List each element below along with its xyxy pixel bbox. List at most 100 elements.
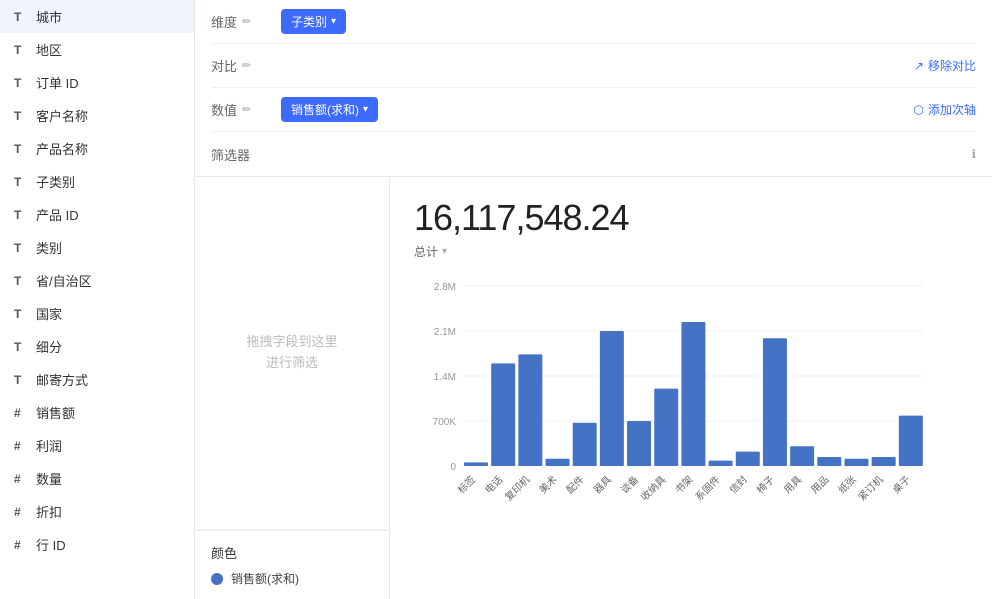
type-icon: # bbox=[14, 406, 28, 420]
filter-panel: 拖拽字段到这里 进行筛选 颜色 销售额(求和) bbox=[195, 177, 390, 599]
sidebar-item-label: 产品 ID bbox=[36, 205, 79, 224]
type-icon: # bbox=[14, 538, 28, 552]
bar-电话[interactable] bbox=[491, 363, 515, 466]
sidebar-item-label: 订单 ID bbox=[36, 73, 79, 92]
chevron-down-icon: ▾ bbox=[331, 16, 336, 27]
type-icon: # bbox=[14, 505, 28, 519]
svg-text:紧订机: 紧订机 bbox=[855, 473, 885, 503]
content-area: 拖拽字段到这里 进行筛选 颜色 销售额(求和) 16,117,548.24 总计… bbox=[195, 177, 992, 599]
bar-复印机[interactable] bbox=[518, 354, 542, 466]
sidebar-item-折扣[interactable]: # 折扣 bbox=[0, 495, 194, 528]
dimension-tag-button[interactable]: 子类别 ▾ bbox=[281, 9, 346, 34]
sidebar-item-订单 ID[interactable]: T 订单 ID bbox=[0, 66, 194, 99]
sidebar-item-邮寄方式[interactable]: T 邮寄方式 bbox=[0, 363, 194, 396]
sidebar-item-省/自治区[interactable]: T 省/自治区 bbox=[0, 264, 194, 297]
sidebar-item-子类别[interactable]: T 子类别 bbox=[0, 165, 194, 198]
compare-edit-icon[interactable]: ✏ bbox=[242, 59, 251, 72]
sidebar-item-产品 ID[interactable]: T 产品 ID bbox=[0, 198, 194, 231]
svg-text:桌子: 桌子 bbox=[890, 473, 913, 496]
sidebar-item-label: 城市 bbox=[36, 7, 62, 26]
type-icon: T bbox=[14, 109, 28, 123]
sidebar-item-细分[interactable]: T 细分 bbox=[0, 330, 194, 363]
sidebar-item-label: 产品名称 bbox=[36, 139, 88, 158]
sidebar-item-label: 省/自治区 bbox=[36, 271, 92, 290]
sidebar-item-城市[interactable]: T 城市 bbox=[0, 0, 194, 33]
svg-text:电话: 电话 bbox=[482, 473, 505, 496]
sidebar: T 城市 T 地区 T 订单 ID T 客户名称 T 产品名称 T 子类别 T … bbox=[0, 0, 195, 599]
trend-icon: ↗ bbox=[914, 59, 924, 73]
bar-美术[interactable] bbox=[546, 459, 570, 466]
value-edit-icon[interactable]: ✏ bbox=[242, 103, 251, 116]
sidebar-item-数量[interactable]: # 数量 bbox=[0, 462, 194, 495]
bar-收纳具[interactable] bbox=[654, 389, 678, 466]
svg-text:用具: 用具 bbox=[782, 474, 805, 497]
color-header: 颜色 bbox=[211, 543, 373, 562]
bar-信封[interactable] bbox=[736, 452, 760, 466]
sidebar-item-利润[interactable]: # 利润 bbox=[0, 429, 194, 462]
remove-compare-button[interactable]: ↗ 移除对比 bbox=[914, 57, 976, 74]
chart-total-value: 16,117,548.24 bbox=[414, 197, 968, 239]
sidebar-item-产品名称[interactable]: T 产品名称 bbox=[0, 132, 194, 165]
bar-谈备[interactable] bbox=[627, 421, 651, 466]
bar-配件[interactable] bbox=[573, 423, 597, 466]
svg-text:标签: 标签 bbox=[455, 473, 478, 496]
sidebar-item-客户名称[interactable]: T 客户名称 bbox=[0, 99, 194, 132]
bar-器具[interactable] bbox=[600, 331, 624, 466]
type-icon: T bbox=[14, 76, 28, 90]
sidebar-item-类别[interactable]: T 类别 bbox=[0, 231, 194, 264]
bar-用具[interactable] bbox=[790, 446, 814, 466]
type-icon: T bbox=[14, 142, 28, 156]
bar-系固件[interactable] bbox=[709, 461, 733, 466]
bar-chart: 2.8M2.1M1.4M700K0标签电话复印机美术配件器具谈备收纳具书架系固件… bbox=[414, 276, 968, 519]
type-icon: T bbox=[14, 175, 28, 189]
svg-text:700K: 700K bbox=[433, 417, 457, 428]
color-items: 销售额(求和) bbox=[211, 570, 373, 587]
sidebar-item-销售额[interactable]: # 销售额 bbox=[0, 396, 194, 429]
sidebar-item-行 ID[interactable]: # 行 ID bbox=[0, 528, 194, 561]
sidebar-item-label: 折扣 bbox=[36, 502, 62, 521]
bar-椅子[interactable] bbox=[763, 338, 787, 466]
compare-row: 对比 ✏ ↗ 移除对比 bbox=[211, 44, 976, 88]
bar-用品[interactable] bbox=[817, 457, 841, 466]
svg-text:纸张: 纸张 bbox=[835, 473, 858, 496]
svg-text:信封: 信封 bbox=[727, 473, 750, 496]
bar-紧订机[interactable] bbox=[872, 457, 896, 466]
subtitle-chevron-icon[interactable]: ▾ bbox=[442, 246, 447, 257]
type-icon: T bbox=[14, 274, 28, 288]
filter-label: 筛选器 bbox=[211, 145, 271, 164]
type-icon: T bbox=[14, 307, 28, 321]
sidebar-item-label: 数量 bbox=[36, 469, 62, 488]
svg-text:器具: 器具 bbox=[591, 474, 614, 497]
svg-text:用品: 用品 bbox=[809, 474, 832, 497]
bar-标签[interactable] bbox=[464, 462, 488, 466]
svg-text:收纳具: 收纳具 bbox=[638, 473, 668, 503]
filter-info-button[interactable]: ℹ bbox=[971, 147, 976, 161]
sidebar-item-label: 客户名称 bbox=[36, 106, 88, 125]
svg-text:2.8M: 2.8M bbox=[434, 282, 456, 293]
color-panel: 颜色 销售额(求和) bbox=[195, 530, 389, 599]
svg-text:配件: 配件 bbox=[564, 474, 587, 497]
bar-纸张[interactable] bbox=[844, 459, 868, 466]
svg-text:谈备: 谈备 bbox=[618, 473, 641, 496]
sidebar-item-label: 行 ID bbox=[36, 535, 66, 554]
type-icon: T bbox=[14, 241, 28, 255]
sidebar-item-国家[interactable]: T 国家 bbox=[0, 297, 194, 330]
compare-label: 对比 ✏ bbox=[211, 56, 271, 75]
sidebar-item-label: 利润 bbox=[36, 436, 62, 455]
value-tag-button[interactable]: 销售额(求和) ▾ bbox=[281, 97, 378, 122]
dimension-edit-icon[interactable]: ✏ bbox=[242, 15, 251, 28]
value-label: 数值 ✏ bbox=[211, 100, 271, 119]
add-secondary-axis-button[interactable]: ⬡ 添加次轴 bbox=[914, 101, 977, 118]
bar-桌子[interactable] bbox=[899, 416, 923, 466]
svg-text:书架: 书架 bbox=[673, 474, 696, 497]
bar-书架[interactable] bbox=[681, 322, 705, 466]
svg-text:0: 0 bbox=[450, 462, 456, 473]
type-icon: T bbox=[14, 10, 28, 24]
svg-text:复印机: 复印机 bbox=[502, 473, 532, 503]
svg-text:椅子: 椅子 bbox=[754, 473, 777, 496]
filter-drop-zone[interactable]: 拖拽字段到这里 进行筛选 bbox=[195, 177, 389, 529]
sidebar-item-地区[interactable]: T 地区 bbox=[0, 33, 194, 66]
chart-subtitle: 总计 ▾ bbox=[414, 243, 968, 260]
color-item-label: 销售额(求和) bbox=[231, 570, 299, 587]
type-icon: T bbox=[14, 340, 28, 354]
